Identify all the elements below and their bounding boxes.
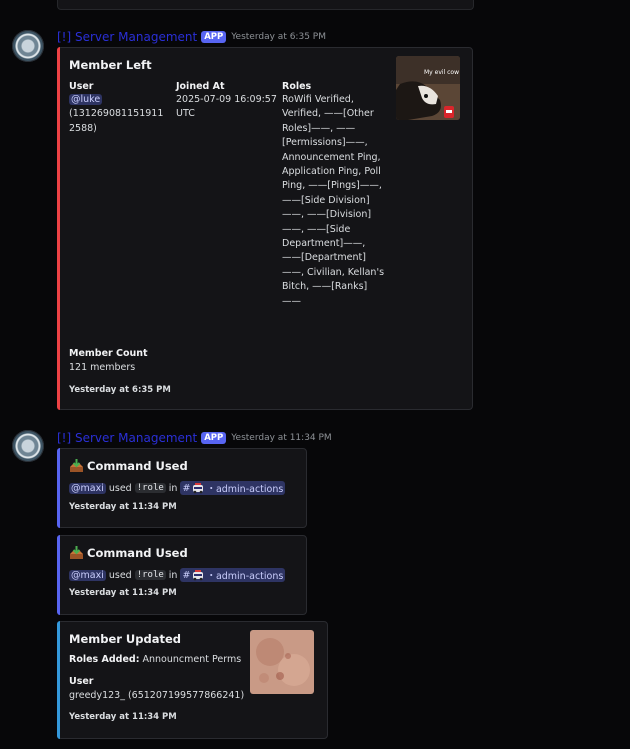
command-used-embed: Command Used @maxi used !role in # ・admi…: [57, 535, 307, 615]
inbox-tray-icon: [70, 546, 83, 559]
field-label: Joined At: [176, 81, 225, 92]
embed-footer: Yesterday at 11:34 PM: [69, 588, 177, 598]
command-line: @maxi used !role in # ・admin-actions: [69, 481, 286, 495]
message-header: [!] Server Management APP Yesterday at 1…: [57, 430, 332, 446]
embed-title: Member Left: [69, 58, 152, 72]
embed-color-bar: [57, 535, 60, 615]
command-used-embed: Command Used @maxi used !role in # ・admi…: [57, 448, 307, 528]
embed-color-bar: [57, 47, 60, 410]
user-label: User: [69, 676, 94, 687]
embed-title: Command Used: [69, 546, 188, 560]
member-updated-embed: Member Updated Roles Added: Announcment …: [57, 621, 328, 739]
field-label: User: [69, 81, 94, 92]
in-text: in: [168, 482, 178, 494]
username[interactable]: [!] Server Management: [57, 431, 197, 445]
embed-thumbnail[interactable]: My evil cow: [396, 56, 460, 120]
user-value: greedy123_ (651207199577866241): [69, 690, 245, 701]
message-timestamp[interactable]: Yesterday at 6:35 PM: [231, 32, 326, 42]
command-line: @maxi used !role in # ・admin-actions: [69, 568, 286, 582]
command-code: !role: [134, 570, 166, 580]
app-badge: APP: [201, 31, 227, 43]
police-car-icon: [193, 482, 204, 493]
message-timestamp[interactable]: Yesterday at 11:34 PM: [231, 433, 331, 443]
command-code: !role: [134, 483, 166, 493]
embed-title: Command Used: [69, 459, 188, 473]
embed-footer: Yesterday at 11:34 PM: [69, 502, 177, 512]
embed-footer: Yesterday at 6:35 PM: [69, 385, 171, 395]
roles-added-line: Roles Added: Announcment Perms: [69, 654, 241, 665]
field-value: (1312690811519112588): [69, 108, 164, 134]
roles-added-value: Announcment Perms: [142, 654, 242, 665]
roles-added-label: Roles Added:: [69, 654, 140, 665]
used-text: used: [108, 482, 132, 494]
embed-title-text: Command Used: [87, 459, 188, 473]
field-member-count: Member Count 121 members: [69, 348, 148, 375]
cow-image-icon: [396, 56, 460, 120]
channel-name: ・admin-actions: [206, 484, 284, 495]
bot-avatar[interactable]: [12, 30, 44, 62]
embed-title: Member Updated: [69, 632, 182, 646]
channel-mention[interactable]: # ・admin-actions: [180, 568, 286, 582]
police-car-icon: [193, 569, 204, 580]
channel-mention[interactable]: # ・admin-actions: [180, 481, 286, 495]
message-header: [!] Server Management APP Yesterday at 6…: [57, 29, 326, 45]
channel-hash-icon: #: [182, 482, 191, 494]
username[interactable]: [!] Server Management: [57, 30, 197, 44]
embed-footer: Yesterday at 11:34 PM: [69, 712, 177, 722]
embed-thumbnail[interactable]: [250, 630, 314, 694]
channel-hash-icon: #: [182, 569, 191, 581]
in-text: in: [168, 569, 178, 581]
app-badge: APP: [201, 432, 227, 444]
previous-embed: [57, 0, 474, 10]
field-roles: Roles RoWifi Verified, Verified, ——[Othe…: [282, 81, 386, 309]
user-mention[interactable]: @maxi: [69, 569, 106, 581]
member-left-embed: Member Left User @luke (1312690811519112…: [57, 47, 473, 410]
thumbnail-caption: My evil cow: [424, 69, 459, 76]
embed-color-bar: [57, 448, 60, 528]
user-mention[interactable]: @luke: [69, 94, 103, 105]
bot-avatar[interactable]: [12, 430, 44, 462]
field-value: 2025-07-09 16:09:57 UTC: [176, 94, 277, 120]
field-label: Roles: [282, 81, 312, 92]
used-text: used: [108, 569, 132, 581]
field-user: User @luke (1312690811519112588): [69, 81, 169, 136]
embed-color-bar: [57, 621, 60, 739]
avatar-image-icon: [250, 630, 314, 694]
embed-title-text: Command Used: [87, 546, 188, 560]
field-joined-at: Joined At 2025-07-09 16:09:57 UTC: [176, 81, 280, 122]
user-mention[interactable]: @maxi: [69, 482, 106, 494]
field-value: 121 members: [69, 362, 136, 373]
channel-name: ・admin-actions: [206, 571, 284, 582]
field-value: RoWifi Verified, Verified, ——[Other Role…: [282, 94, 385, 307]
field-label: Member Count: [69, 348, 148, 359]
inbox-tray-icon: [70, 459, 83, 472]
